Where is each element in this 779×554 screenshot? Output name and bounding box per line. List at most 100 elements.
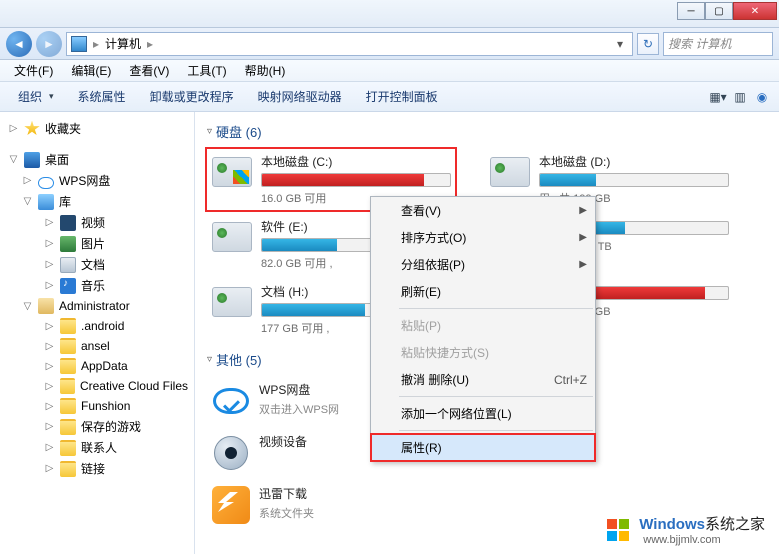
ctx-sort[interactable]: 排序方式(O)▶ xyxy=(371,224,595,251)
help-button[interactable]: ◉ xyxy=(753,88,771,106)
minimize-button[interactable]: ─ xyxy=(677,2,705,20)
command-bar: 组织 系统属性 卸载或更改程序 映射网络驱动器 打开控制面板 ▦▾ ▥ ◉ xyxy=(0,82,779,112)
hdd-icon xyxy=(212,157,252,187)
view-mode-button[interactable]: ▦▾ xyxy=(709,88,727,106)
search-input[interactable]: 搜索 计算机 xyxy=(663,32,773,56)
folder-icon xyxy=(60,358,76,374)
refresh-button[interactable]: ↻ xyxy=(637,33,659,55)
windows-logo-icon xyxy=(605,517,633,543)
navigation-pane[interactable]: ▷ 收藏夹 ▽ 桌面 ▷ WPS网盘 ▽ 库 ▷ 视频 ▷ 图片 ▷ xyxy=(0,112,195,554)
folder-icon xyxy=(60,398,76,414)
sidebar-documents[interactable]: ▷ 文档 xyxy=(0,254,194,275)
desktop-icon xyxy=(24,152,40,168)
sidebar-item-android[interactable]: ▷.android xyxy=(0,316,194,336)
menu-separator xyxy=(399,308,593,309)
folder-icon xyxy=(60,461,76,477)
menu-bar: 文件(F) 编辑(E) 查看(V) 工具(T) 帮助(H) xyxy=(0,60,779,82)
sidebar-item-ansel[interactable]: ▷ansel xyxy=(0,336,194,356)
expander-icon[interactable]: ▽ xyxy=(8,154,19,165)
ctx-refresh[interactable]: 刷新(E) xyxy=(371,278,595,305)
search-placeholder: 搜索 计算机 xyxy=(668,35,731,52)
sidebar-item-links[interactable]: ▷链接 xyxy=(0,458,194,479)
picture-icon xyxy=(60,236,76,252)
hdd-icon xyxy=(490,157,530,187)
menu-help[interactable]: 帮助(H) xyxy=(237,60,294,81)
sidebar-item-contacts[interactable]: ▷联系人 xyxy=(0,437,194,458)
title-bar: ─ ▢ ✕ xyxy=(0,0,779,28)
sidebar-favorites[interactable]: ▷ 收藏夹 xyxy=(0,118,194,139)
cloud-icon xyxy=(38,177,54,189)
sidebar-item-funshion[interactable]: ▷Funshion xyxy=(0,396,194,416)
expander-icon[interactable]: ▷ xyxy=(22,175,33,186)
library-icon xyxy=(38,194,54,210)
submenu-arrow-icon: ▶ xyxy=(579,259,587,270)
computer-icon xyxy=(71,36,87,52)
expander-icon[interactable]: ▽ xyxy=(22,301,33,312)
close-button[interactable]: ✕ xyxy=(733,2,777,20)
nav-back-button[interactable]: ◄ xyxy=(6,31,32,57)
sidebar-pictures[interactable]: ▷ 图片 xyxy=(0,233,194,254)
window-controls: ─ ▢ ✕ xyxy=(677,2,777,20)
menu-separator xyxy=(399,396,593,397)
preview-pane-button[interactable]: ▥ xyxy=(731,88,749,106)
usage-bar xyxy=(539,173,729,187)
xunlei-icon xyxy=(212,486,250,524)
menu-file[interactable]: 文件(F) xyxy=(6,60,61,81)
ctx-add-network-location[interactable]: 添加一个网络位置(L) xyxy=(371,400,595,427)
sidebar-libraries[interactable]: ▽ 库 xyxy=(0,191,194,212)
ctx-undo-delete[interactable]: 撤消 删除(U)Ctrl+Z xyxy=(371,366,595,393)
star-icon xyxy=(24,121,40,137)
hdd-icon xyxy=(212,287,252,317)
submenu-arrow-icon: ▶ xyxy=(579,232,587,243)
sidebar-administrator[interactable]: ▽ Administrator xyxy=(0,296,194,316)
sidebar-wps-cloud[interactable]: ▷ WPS网盘 xyxy=(0,170,194,191)
organize-button[interactable]: 组织 xyxy=(8,84,64,109)
sidebar-item-ccfiles[interactable]: ▷Creative Cloud Files xyxy=(0,376,194,396)
expander-icon[interactable]: ▽ xyxy=(22,196,33,207)
sidebar-item-savedgames[interactable]: ▷保存的游戏 xyxy=(0,416,194,437)
breadcrumb-sep2[interactable]: ▸ xyxy=(147,37,153,51)
folder-icon xyxy=(60,440,76,456)
map-network-drive-button[interactable]: 映射网络驱动器 xyxy=(248,84,352,109)
ctx-group[interactable]: 分组依据(P)▶ xyxy=(371,251,595,278)
sidebar-videos[interactable]: ▷ 视频 xyxy=(0,212,194,233)
group-hdd[interactable]: ▿ 硬盘 (6) xyxy=(207,122,767,141)
submenu-arrow-icon: ▶ xyxy=(579,205,587,216)
folder-icon xyxy=(60,318,76,334)
ctx-properties[interactable]: 属性(R) xyxy=(371,434,595,461)
nav-forward-button[interactable]: ► xyxy=(36,31,62,57)
address-box[interactable]: ▸ 计算机 ▸ ▾ xyxy=(66,32,633,56)
menu-tools[interactable]: 工具(T) xyxy=(179,60,234,81)
sidebar-desktop[interactable]: ▽ 桌面 xyxy=(0,149,194,170)
expander-icon[interactable]: ▷ xyxy=(8,123,19,134)
address-dropdown[interactable]: ▾ xyxy=(612,37,628,51)
collapse-icon[interactable]: ▿ xyxy=(207,354,212,365)
breadcrumb-sep: ▸ xyxy=(93,37,99,51)
user-folder-icon xyxy=(38,298,54,314)
usage-bar xyxy=(261,173,451,187)
item-xunlei[interactable]: 迅雷下载 系统文件夹 xyxy=(207,481,455,529)
sidebar-item-appdata[interactable]: ▷AppData xyxy=(0,356,194,376)
folder-icon xyxy=(60,419,76,435)
address-bar-row: ◄ ► ▸ 计算机 ▸ ▾ ↻ 搜索 计算机 xyxy=(0,28,779,60)
menu-separator xyxy=(399,430,593,431)
menu-view[interactable]: 查看(V) xyxy=(121,60,177,81)
open-control-panel-button[interactable]: 打开控制面板 xyxy=(356,84,448,109)
folder-icon xyxy=(60,338,76,354)
ctx-paste: 粘贴(P) xyxy=(371,312,595,339)
menu-edit[interactable]: 编辑(E) xyxy=(63,60,119,81)
uninstall-programs-button[interactable]: 卸载或更改程序 xyxy=(140,84,244,109)
system-properties-button[interactable]: 系统属性 xyxy=(68,84,136,109)
video-icon xyxy=(60,215,76,231)
breadcrumb-computer[interactable]: 计算机 xyxy=(105,35,141,52)
hdd-icon xyxy=(212,222,252,252)
document-icon xyxy=(60,257,76,273)
sidebar-music[interactable]: ▷ 音乐 xyxy=(0,275,194,296)
watermark: Windows系统之家 www.bjjmlv.com xyxy=(599,511,771,548)
cloud-icon xyxy=(213,388,249,414)
ctx-view[interactable]: 查看(V)▶ xyxy=(371,197,595,224)
ctx-paste-shortcut: 粘贴快捷方式(S) xyxy=(371,339,595,366)
collapse-icon[interactable]: ▿ xyxy=(207,126,212,137)
maximize-button[interactable]: ▢ xyxy=(705,2,733,20)
music-icon xyxy=(60,278,76,294)
